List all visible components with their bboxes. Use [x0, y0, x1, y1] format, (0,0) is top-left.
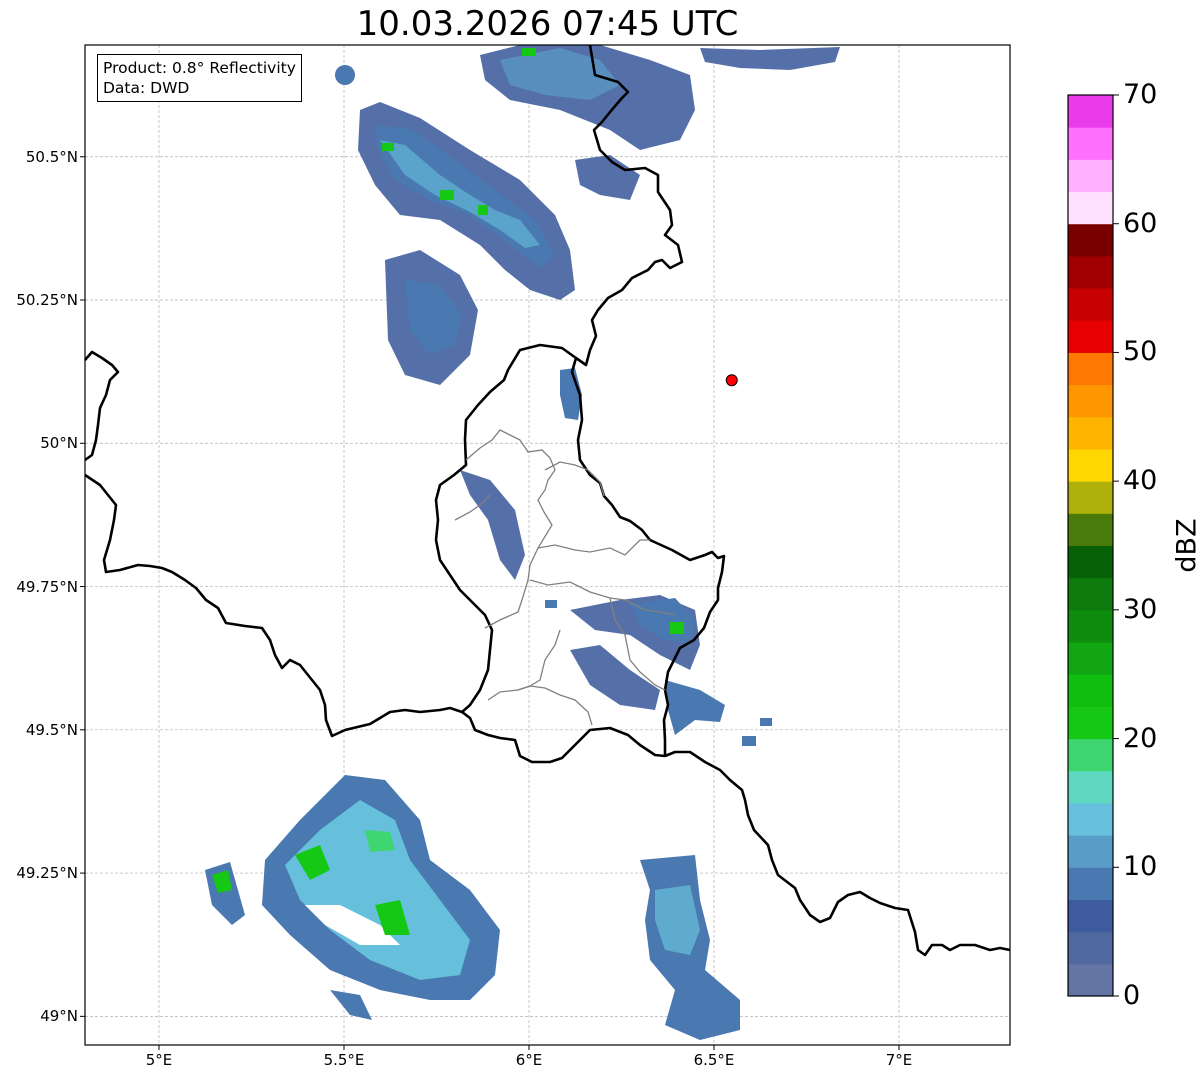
echo-green-3 [478, 205, 488, 215]
colorbar-segment [1068, 931, 1113, 965]
x-tick-label: 6°E [515, 1051, 543, 1069]
colorbar-segment [1068, 416, 1113, 450]
info-box: Product: 0.8° Reflectivity Data: DWD [97, 54, 302, 102]
colorbar-segment [1068, 320, 1113, 353]
colorbar-segment [1068, 577, 1113, 611]
echo-lux-fleck [545, 600, 557, 608]
colorbar-segment [1068, 288, 1113, 321]
y-tick-label: 50.25°N [16, 291, 78, 309]
colorbar-segment [1068, 802, 1113, 836]
colorbar-segment [1068, 191, 1113, 225]
x-tick-label: 6.5°E [693, 1051, 735, 1069]
data-source-label: Data: DWD [103, 79, 190, 97]
x-tick-label: 7°E [885, 1051, 913, 1069]
x-tick-label: 5°E [145, 1051, 173, 1069]
colorbar-segment [1068, 770, 1113, 804]
colorbar-segment [1068, 899, 1113, 933]
colorbar-segment [1068, 963, 1113, 997]
colorbar-tick-label: 10 [1123, 851, 1158, 883]
y-tick-label: 50°N [40, 434, 78, 453]
colorbar-tick-label: 50 [1123, 336, 1158, 368]
radar-site-marker [725, 374, 738, 387]
echo-green-2 [382, 143, 394, 151]
colorbar-segment [1068, 674, 1113, 707]
radar-map [80, 44, 1119, 1050]
colorbar-segment [1068, 609, 1113, 643]
colorbar-segment [1068, 545, 1113, 579]
y-tick-label: 50.5°N [25, 147, 78, 166]
colorbar-ticks [1113, 94, 1119, 997]
product-label: Product: 0.8° Reflectivity [103, 59, 296, 77]
colorbar-segment [1068, 384, 1113, 418]
colorbar-segment [1068, 867, 1113, 900]
colorbar-tick-label: 0 [1123, 980, 1141, 1011]
y-tick-label: 49.25°N [16, 864, 78, 883]
colorbar-segment [1068, 448, 1113, 482]
colorbar-segment [1068, 159, 1113, 193]
colorbar-segment [1068, 642, 1113, 675]
y-tick-label: 49.75°N [16, 577, 78, 596]
y-tick-label: 49.5°N [25, 720, 78, 739]
colorbar-segment [1068, 481, 1113, 514]
colorbar-tick-label: 70 [1123, 79, 1158, 110]
echo-green-4 [522, 48, 536, 56]
echo-fleck [335, 65, 355, 85]
colorbar-segment [1068, 738, 1113, 772]
x-tick-label: 5.5°E [323, 1051, 365, 1069]
colorbar-tick-label: 20 [1123, 722, 1158, 754]
colorbar-segment [1068, 255, 1113, 289]
colorbar-segment [1068, 95, 1113, 128]
colorbar-segment [1068, 835, 1113, 868]
colorbar [1068, 95, 1113, 997]
colorbar-segment [1068, 127, 1113, 160]
y-tick-label: 49°N [40, 1007, 78, 1026]
echo-ne-fleck-2 [742, 736, 756, 746]
colorbar-segment [1068, 513, 1113, 546]
colorbar-segment [1068, 706, 1113, 740]
colorbar-tick-label: 40 [1123, 465, 1158, 497]
echo-ne-fleck [760, 718, 772, 726]
colorbar-label: dBZ [1171, 518, 1202, 573]
colorbar-tick-label: 60 [1123, 207, 1158, 239]
echo-green-1 [440, 190, 454, 200]
colorbar-segment [1068, 223, 1113, 257]
echo-lux-green [670, 622, 684, 634]
colorbar-tick-label: 30 [1123, 593, 1158, 625]
colorbar-segment [1068, 352, 1113, 386]
